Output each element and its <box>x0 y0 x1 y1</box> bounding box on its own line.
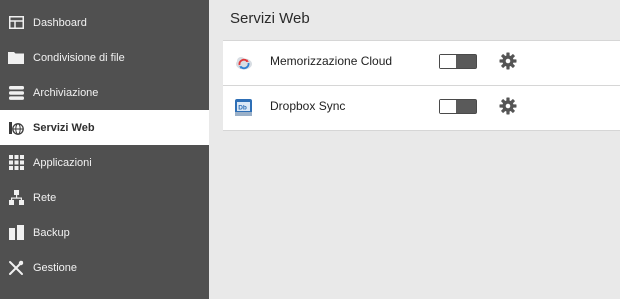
sidebar-item-applicazioni[interactable]: Applicazioni <box>0 145 209 180</box>
sidebar-item-dashboard[interactable]: Dashboard <box>0 5 209 40</box>
gear-icon[interactable] <box>499 97 517 115</box>
dropbox-sync-toggle[interactable] <box>439 99 477 114</box>
toggle-track <box>456 100 476 113</box>
toggle-knob <box>440 100 456 113</box>
service-name: Dropbox Sync <box>270 99 346 113</box>
page-title: Servizi Web <box>230 10 310 27</box>
sidebar-item-label: Applicazioni <box>33 156 92 169</box>
sidebar-item-backup[interactable]: Backup <box>0 215 209 250</box>
cloud-sync-icon <box>234 53 254 73</box>
apps-grid-icon <box>8 155 24 171</box>
sidebar-item-condivisione-di-file[interactable]: Condivisione di file <box>0 40 209 75</box>
folder-icon <box>8 50 24 66</box>
sidebar-item-label: Condivisione di file <box>33 51 125 64</box>
gear-icon[interactable] <box>499 52 517 70</box>
sidebar-item-rete[interactable]: Rete <box>0 180 209 215</box>
svg-text:Db: Db <box>238 104 247 111</box>
list-item: Memorizzazione Cloud <box>223 41 620 85</box>
sidebar-item-label: Gestione <box>33 261 78 274</box>
sidebar-item-gestione[interactable]: Gestione <box>0 250 209 285</box>
service-name: Memorizzazione Cloud <box>270 54 393 68</box>
toggle-track <box>456 55 476 68</box>
sidebar-item-label: Archiviazione <box>33 86 99 99</box>
sidebar-item-servizi-web[interactable]: Servizi Web <box>0 110 209 145</box>
sidebar-item-label: Rete <box>33 191 57 204</box>
dashboard-icon <box>8 15 24 31</box>
tools-icon <box>8 260 24 276</box>
toggle-knob <box>440 55 456 68</box>
service-list: Memorizzazione Cloud Db Dropbox Sync <box>223 40 620 131</box>
main-content: Servizi Web Memorizzazione Cloud Db Drop… <box>209 0 620 299</box>
sidebar-item-label: Dashboard <box>33 16 87 29</box>
globe-icon <box>8 120 24 136</box>
dropbox-icon: Db <box>234 98 254 118</box>
memorizzazione-cloud-toggle[interactable] <box>439 54 477 69</box>
sidebar-item-label: Servizi Web <box>33 121 95 134</box>
sidebar-item-label: Backup <box>33 226 70 239</box>
sidebar-item-archiviazione[interactable]: Archiviazione <box>0 75 209 110</box>
network-icon <box>8 190 24 206</box>
sidebar: Dashboard Condivisione di file Archiviaz… <box>0 0 209 299</box>
backup-icon <box>8 225 24 241</box>
storage-icon <box>8 85 24 101</box>
list-item: Db Dropbox Sync <box>223 85 620 130</box>
